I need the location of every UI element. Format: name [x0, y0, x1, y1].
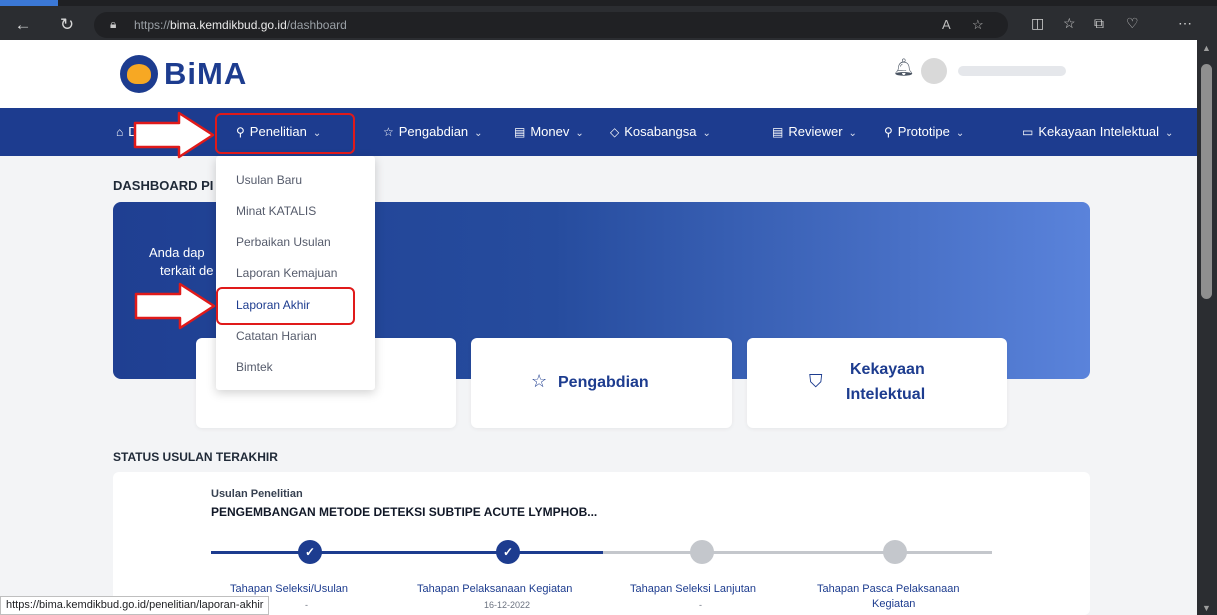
- step-label: Tahapan Pelaksanaan Kegiatan: [417, 583, 573, 595]
- highlight-penelitian: [215, 113, 355, 154]
- star-icon: ☆: [531, 371, 548, 391]
- step-label: Kegiatan: [872, 598, 916, 610]
- document-icon: ▤: [514, 125, 526, 139]
- scroll-thumb[interactable]: [1201, 64, 1212, 299]
- bookmark-icon: ⛉: [809, 371, 823, 391]
- menu-item-catatan-harian[interactable]: Catatan Harian: [236, 329, 317, 343]
- chevron-down-icon: ⌄: [1165, 128, 1174, 139]
- step-date: -: [699, 600, 702, 610]
- chevron-down-icon: ⌄: [848, 128, 857, 139]
- step-pending-dot: [883, 540, 907, 564]
- step-date: 16-12-2022: [484, 600, 531, 610]
- url-text[interactable]: https://bima.kemdikbud.go.id/dashboard: [134, 18, 347, 32]
- progress-track-done: [211, 551, 603, 554]
- menu-item-minat-katalis[interactable]: Minat KATALIS: [236, 204, 316, 218]
- chevron-down-icon: ⌄: [474, 128, 483, 139]
- hero-text-line2: terkait de: [160, 263, 214, 278]
- card-kekayaan-intelektual[interactable]: ⛉ Kekayaan Intelektual: [747, 338, 1007, 428]
- back-icon[interactable]: ←: [12, 14, 34, 36]
- active-tab-indicator[interactable]: [0, 0, 58, 6]
- nav-item-kosabangsa[interactable]: ◇ Kosabangsa ⌄: [610, 124, 711, 139]
- usulan-label: Usulan Penelitian: [211, 488, 303, 500]
- more-menu-icon[interactable]: ⋯: [1178, 15, 1192, 32]
- home-icon: ⌂: [116, 125, 124, 139]
- chevron-down-icon: ⌄: [955, 128, 965, 139]
- nav-item-monev[interactable]: ▤ Monev ⌄: [514, 124, 584, 139]
- step-pending-dot: [690, 540, 714, 564]
- nav-item-reviewer[interactable]: ▤ Reviewer ⌄: [772, 124, 857, 139]
- step-date: -: [305, 600, 308, 610]
- split-screen-icon[interactable]: ◫: [1031, 15, 1044, 32]
- refresh-icon[interactable]: ↻: [56, 14, 78, 36]
- favorites-icon[interactable]: ☆: [1063, 15, 1076, 32]
- dashboard-title: DASHBOARD PI: [113, 178, 214, 193]
- diamond-icon: ◇: [610, 125, 620, 139]
- avatar[interactable]: [921, 58, 947, 84]
- penelitian-dropdown: Usulan Baru Minat KATALIS Perbaikan Usul…: [216, 156, 375, 390]
- card-pengabdian[interactable]: ☆ Pengabdian: [471, 338, 732, 428]
- status-bar-url: https://bima.kemdikbud.go.id/penelitian/…: [0, 596, 270, 615]
- bell-icon[interactable]: 🔔︎: [893, 58, 915, 78]
- chevron-down-icon: ⌄: [575, 128, 584, 139]
- progress-track-pending: [603, 551, 992, 554]
- menu-item-laporan-kemajuan[interactable]: Laporan Kemajuan: [236, 266, 337, 280]
- step-label: Tahapan Pasca Pelaksanaan: [817, 583, 960, 595]
- highlight-laporan-akhir: [216, 287, 355, 325]
- usulan-title[interactable]: PENGEMBANGAN METODE DETEKSI SUBTIPE ACUT…: [211, 505, 597, 519]
- scroll-up-icon[interactable]: ▲: [1202, 43, 1211, 53]
- address-bar[interactable]: 🔒︎ https://bima.kemdikbud.go.id/dashboar…: [94, 12, 1008, 38]
- chevron-down-icon: ⌄: [702, 128, 711, 139]
- health-icon[interactable]: ♡: [1126, 15, 1139, 32]
- bima-logo-icon: [120, 55, 158, 93]
- page-scrollbar[interactable]: ▲ ▼: [1197, 40, 1217, 615]
- nav-item-pengabdian[interactable]: ☆ Pengabdian ⌄: [383, 124, 483, 139]
- user-name-blurred[interactable]: [958, 66, 1066, 76]
- browser-toolbar: ← ↻ 🔒︎ https://bima.kemdikbud.go.id/dash…: [0, 0, 1217, 40]
- read-aloud-icon[interactable]: A: [942, 17, 951, 32]
- pointer-arrow-icon: [133, 111, 215, 159]
- pointer-arrow-icon: [134, 282, 216, 330]
- star-icon: ☆: [383, 125, 394, 139]
- document-icon: ▤: [772, 125, 784, 139]
- menu-item-usulan-baru[interactable]: Usulan Baru: [236, 173, 302, 187]
- nav-item-prototipe[interactable]: ⚲ Prototipe ⌄: [884, 124, 964, 139]
- hero-text-line1: Anda dap: [149, 245, 205, 260]
- nav-item-kekayaan-intelektual[interactable]: ▭ Kekayaan Intelektual ⌄: [1022, 124, 1173, 139]
- collections-icon[interactable]: ⧉: [1094, 15, 1104, 32]
- box-icon: ▭: [1022, 125, 1034, 139]
- menu-item-perbaikan-usulan[interactable]: Perbaikan Usulan: [236, 235, 331, 249]
- menu-item-bimtek[interactable]: Bimtek: [236, 360, 273, 374]
- lock-icon[interactable]: 🔒︎: [110, 17, 124, 33]
- step-label: Tahapan Seleksi Lanjutan: [630, 583, 756, 595]
- scroll-down-icon[interactable]: ▼: [1202, 603, 1211, 613]
- step-label: Tahapan Seleksi/Usulan: [230, 583, 349, 595]
- search-icon: ⚲: [884, 125, 893, 139]
- bima-logo[interactable]: BiMA: [120, 54, 247, 94]
- favorite-star-icon[interactable]: ☆: [972, 17, 984, 33]
- step-check-icon: ✓: [298, 540, 322, 564]
- tab-strip: [0, 0, 1217, 6]
- step-check-icon: ✓: [496, 540, 520, 564]
- status-section-title: STATUS USULAN TERAKHIR: [113, 450, 278, 464]
